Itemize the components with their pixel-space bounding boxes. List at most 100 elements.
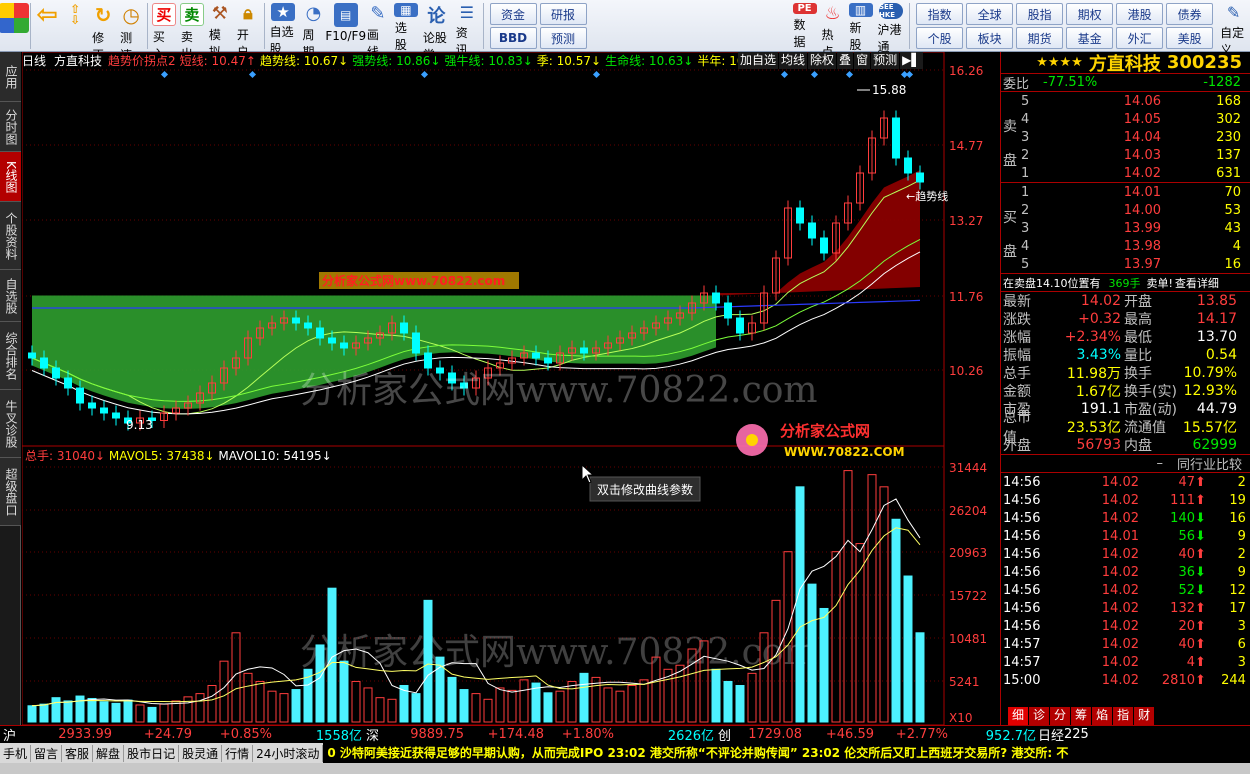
buy-button[interactable]: 买买入 — [150, 0, 178, 61]
grid-futures-index[interactable]: 股指 — [1016, 3, 1064, 25]
tab-kline[interactable]: K线图 — [0, 152, 21, 202]
sell-button[interactable]: 卖卖出 — [178, 0, 206, 61]
open-account-button[interactable]: 🔒︎开户 — [234, 0, 262, 59]
tab-intraday[interactable]: 分时图 — [0, 102, 21, 152]
kline-chart[interactable]: 16.26 14.77 13.27 11.76 10.26 31444 26204 20963… — [21, 51, 1000, 726]
market-button[interactable]: 行情 — [222, 744, 254, 762]
indicator-info-line: 日线 方直科技 趋势价拐点2 短线: 10.47↑ 趋势线: 10.67↓ 强势线:… — [22, 52, 742, 69]
grid-options[interactable]: 期权 — [1066, 3, 1114, 25]
news-button[interactable]: ☰ 资讯 — [453, 0, 481, 57]
logo-flower-center-icon — [746, 434, 758, 446]
fix-button[interactable]: ↻修正 — [89, 0, 117, 62]
candle-body — [40, 357, 48, 369]
grid-forex[interactable]: 外汇 — [1116, 27, 1164, 49]
down-arrow-icon: ⬇ — [1195, 510, 1206, 526]
volume-bar — [735, 685, 745, 723]
message-button[interactable]: 留言 — [31, 744, 63, 762]
sell-book-row[interactable]: 5 14.06 168 — [1001, 92, 1250, 110]
buy-book-row[interactable]: 1 14.01 70 — [1001, 183, 1250, 201]
grid-futures[interactable]: 期货 — [1016, 27, 1064, 49]
candle-body — [904, 157, 912, 174]
indicator-name[interactable]: 趋势价拐点2 — [108, 52, 176, 69]
tab-diagnose[interactable]: 牛叉诊股 — [0, 390, 21, 458]
simulate-button[interactable]: ⚒模拟 — [206, 0, 234, 59]
price-tick-label: 13.27 — [949, 214, 983, 228]
exright-button[interactable]: 除权 — [808, 52, 837, 69]
buy-book-row[interactable]: 3 13.99 43 — [1001, 219, 1250, 237]
grid-forecast[interactable]: 预测 — [539, 27, 587, 49]
sell-book-row[interactable]: 1 14.02 631 — [1001, 164, 1250, 182]
grid-index[interactable]: 指数 — [916, 3, 964, 25]
forecast-button[interactable]: 预测 — [871, 52, 900, 69]
tab-apps[interactable]: 应用 — [0, 52, 21, 102]
diary-button[interactable]: 股市日记 — [124, 744, 180, 762]
rtab-detail[interactable]: 细 — [1008, 707, 1029, 725]
sell-book-row[interactable]: 2 14.03 137 — [1001, 146, 1250, 164]
volume-bar — [387, 698, 397, 723]
tab-ranking[interactable]: 综合排名 — [0, 322, 21, 390]
buy-book-row[interactable]: 2 14.00 53 — [1001, 201, 1250, 219]
draw-line-button[interactable]: ✎画线 — [364, 0, 392, 59]
volume-bar — [843, 470, 853, 723]
rtab-diagnose[interactable]: 诊 — [1029, 707, 1050, 725]
grid-capital[interactable]: 资金 — [489, 3, 537, 25]
buy-book-row[interactable]: 5 13.97 16 — [1001, 255, 1250, 273]
customize-button[interactable]: ✎ 自定义 — [1217, 0, 1250, 57]
ma-button[interactable]: 均线 — [779, 52, 808, 69]
add-watchlist-button[interactable]: 加自选 — [738, 52, 779, 69]
price-tick-label: 16.26 — [949, 64, 983, 78]
sell-book-row[interactable]: 4 14.05 302 — [1001, 110, 1250, 128]
period-button[interactable]: ◔周期 — [300, 0, 328, 59]
volume-bar — [627, 685, 637, 723]
grid-bbd[interactable]: BBD — [489, 27, 537, 49]
grid-us[interactable]: 美股 — [1166, 27, 1214, 49]
grid-global[interactable]: 全球 — [966, 3, 1014, 25]
tab-super-book[interactable]: 超级盘口 — [0, 458, 21, 526]
watchlist-button[interactable]: ★ 自选股 — [267, 0, 300, 56]
grid-bond[interactable]: 债券 — [1166, 3, 1214, 25]
kline-svg[interactable]: 16.26 14.77 13.27 11.76 10.26 31444 26204 20963… — [21, 51, 1000, 726]
marker-diamond-icon — [420, 70, 429, 79]
logo-button[interactable] — [0, 0, 30, 50]
rtab-flame[interactable]: 焰 — [1092, 707, 1113, 725]
main-toolbar: ⇦ ⇧⇩ ↻修正 ◷测速 买买入 卖卖出 ⚒模拟 🔒︎开户 ★自选股 ◔周期 ▤… — [0, 0, 1250, 62]
speedtest-button[interactable]: ◷测速 — [117, 0, 145, 62]
new-stock-button[interactable]: ▥ 新股 — [847, 0, 875, 52]
service-button[interactable]: 客服 — [62, 744, 94, 762]
back-button[interactable]: ⇦ — [33, 0, 61, 50]
buy-book-row[interactable]: 4 13.98 4 — [1001, 237, 1250, 255]
grid-research[interactable]: 研报 — [539, 3, 587, 25]
industry-compare-row[interactable]: – 同行业比较 — [1001, 455, 1250, 473]
forum-button[interactable]: 论论股堂 — [420, 0, 453, 62]
overlay-button[interactable]: 叠 — [837, 52, 854, 69]
tab-profile[interactable]: 个股资料 — [0, 202, 21, 270]
tab-watchlist[interactable]: 自选股 — [0, 270, 21, 322]
rtab-chips[interactable]: 筹 — [1071, 707, 1092, 725]
quick-grid-left: 资金 研报 BBD 预测 — [489, 3, 787, 49]
grid-sector[interactable]: 板块 — [966, 27, 1014, 49]
gulingtong-button[interactable]: 股灵通 — [179, 744, 223, 762]
rtab-index[interactable]: 指 — [1113, 707, 1134, 725]
rtab-split[interactable]: 分 — [1050, 707, 1071, 725]
hotspot-button[interactable]: ♨热点 — [819, 0, 847, 59]
rolling-news-button[interactable]: 24小时滚动 — [253, 744, 324, 762]
stock-select-button[interactable]: ▦ 选股 — [392, 0, 420, 52]
news-ticker[interactable]: 0 沙特阿美接近获得足够的早期认购，从而完成IPO 23:02 港交所称“不评论… — [323, 743, 1250, 763]
commentary-button[interactable]: 解盘 — [93, 744, 125, 762]
hammer-icon: ⚒ — [211, 3, 228, 24]
mobile-button[interactable]: 手机 — [0, 744, 32, 762]
window-button[interactable]: 窗 — [854, 52, 871, 69]
grid-fund[interactable]: 基金 — [1066, 27, 1114, 49]
sell-book-row[interactable]: 3 14.04 230 — [1001, 128, 1250, 146]
up-arrow-icon: ⬆ — [1195, 474, 1206, 490]
rtab-finance[interactable]: 财 — [1134, 707, 1155, 725]
f10-button[interactable]: ▤ F10/F9 — [325, 0, 366, 50]
data-button[interactable]: PE 数据 — [791, 0, 819, 50]
order-notice[interactable]: 在卖盘14.10位置有 369手 卖单! 查看详细 — [1001, 274, 1250, 292]
quote-grid: 最新 14.02 开盘 13.85 涨跌 +0.32 最高 14.17 涨幅 +2.34% 最低 13… — [1001, 292, 1250, 455]
hk-connect-button[interactable]: SEE HKE 沪港通 — [875, 0, 908, 54]
grid-stock[interactable]: 个股 — [916, 27, 964, 49]
grid-hk[interactable]: 港股 — [1116, 3, 1164, 25]
up-down-button[interactable]: ⇧ ⇩ — [61, 0, 89, 50]
panel-toggle-icon[interactable]: ▶▌ — [900, 52, 923, 69]
